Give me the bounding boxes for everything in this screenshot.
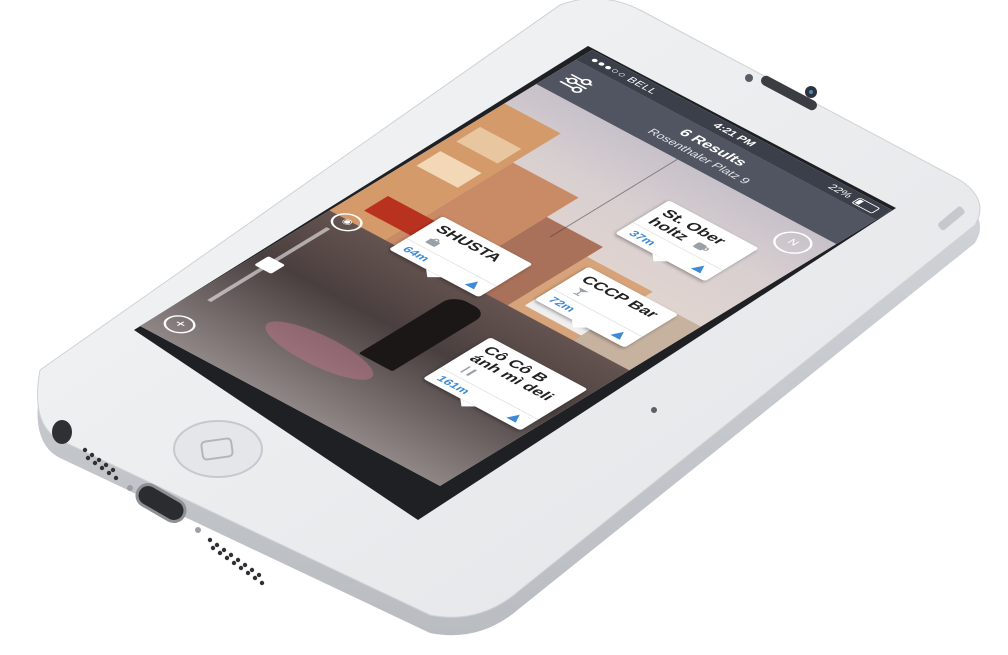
- direction-arrow-icon: [506, 412, 525, 423]
- fork-knife-icon: [460, 365, 478, 376]
- direction-arrow-icon: [464, 278, 483, 290]
- cocktail-glass-icon: [573, 287, 589, 297]
- compass-icon: N: [784, 237, 802, 248]
- plus-icon: +: [168, 317, 192, 331]
- target-icon: ◉: [338, 217, 356, 227]
- iphone-device: ●●●○○ BELL 4:21 PM 22% 6 Results Rosenth…: [0, 0, 1008, 655]
- coffee-cup-icon: [692, 242, 709, 251]
- direction-arrow-icon: [610, 329, 629, 340]
- direction-arrow-icon: [690, 263, 710, 274]
- shopping-bag-icon: [425, 238, 441, 247]
